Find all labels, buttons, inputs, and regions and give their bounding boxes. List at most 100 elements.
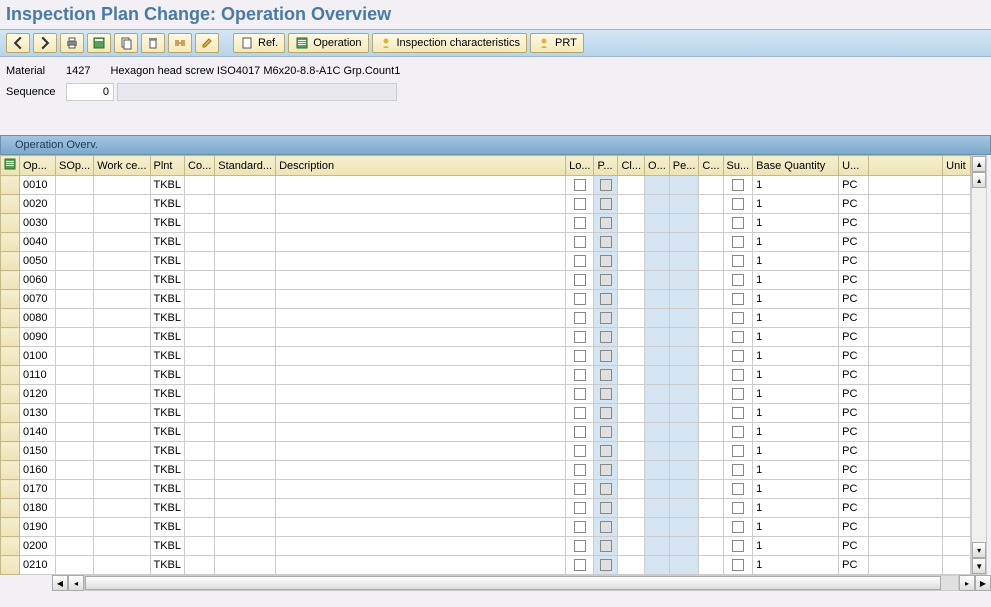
cell-p[interactable] [594, 309, 618, 328]
cell-pe[interactable] [669, 556, 699, 575]
cell-pe[interactable] [669, 404, 699, 423]
cell-blank[interactable] [869, 366, 943, 385]
cell-plnt[interactable]: TKBL [150, 347, 185, 366]
cell-description[interactable] [276, 233, 566, 252]
cell-co[interactable] [185, 480, 215, 499]
cell-pe[interactable] [669, 271, 699, 290]
cell-su[interactable] [723, 271, 753, 290]
cell-unit[interactable] [943, 423, 971, 442]
checkbox-lo[interactable] [574, 464, 586, 476]
cell-workcenter[interactable] [94, 366, 150, 385]
scroll-right-button[interactable]: ▸ [959, 575, 975, 591]
cell-basequantity[interactable]: 1 [753, 442, 839, 461]
scroll-down-button[interactable]: ▾ [972, 542, 986, 558]
cell-p[interactable] [594, 404, 618, 423]
cell-basequantity[interactable]: 1 [753, 385, 839, 404]
cell-standard[interactable] [215, 461, 276, 480]
col-u[interactable]: U... [839, 156, 869, 176]
cell-pe[interactable] [669, 537, 699, 556]
checkbox-p[interactable] [600, 521, 612, 533]
cell-workcenter[interactable] [94, 537, 150, 556]
cell-basequantity[interactable]: 1 [753, 233, 839, 252]
cell-cl[interactable] [618, 233, 645, 252]
cell-cl[interactable] [618, 499, 645, 518]
table-row[interactable]: 0080TKBL1PC [1, 309, 971, 328]
cell-description[interactable] [276, 309, 566, 328]
cell-unit[interactable] [943, 252, 971, 271]
cell-workcenter[interactable] [94, 385, 150, 404]
cell-su[interactable] [723, 423, 753, 442]
cell-pe[interactable] [669, 518, 699, 537]
cell-op[interactable]: 0130 [20, 404, 56, 423]
cell-su[interactable] [723, 461, 753, 480]
cell-description[interactable] [276, 214, 566, 233]
cell-su[interactable] [723, 290, 753, 309]
cell-co[interactable] [185, 461, 215, 480]
checkbox-lo[interactable] [574, 293, 586, 305]
cell-op[interactable]: 0190 [20, 518, 56, 537]
cell-c[interactable] [699, 537, 723, 556]
cell-co[interactable] [185, 518, 215, 537]
delete-button[interactable] [141, 33, 165, 53]
cell-standard[interactable] [215, 214, 276, 233]
table-row[interactable]: 0100TKBL1PC [1, 347, 971, 366]
checkbox-su[interactable] [732, 179, 744, 191]
scroll-track[interactable] [972, 188, 986, 542]
row-selector[interactable] [1, 347, 20, 366]
cell-o[interactable] [645, 499, 670, 518]
row-selector[interactable] [1, 518, 20, 537]
checkbox-p[interactable] [600, 331, 612, 343]
cell-c[interactable] [699, 442, 723, 461]
row-selector[interactable] [1, 423, 20, 442]
cell-plnt[interactable]: TKBL [150, 195, 185, 214]
cell-lo[interactable] [566, 480, 594, 499]
cell-c[interactable] [699, 309, 723, 328]
cell-standard[interactable] [215, 271, 276, 290]
cell-lo[interactable] [566, 252, 594, 271]
cell-c[interactable] [699, 366, 723, 385]
cell-workcenter[interactable] [94, 271, 150, 290]
cell-su[interactable] [723, 233, 753, 252]
cell-su[interactable] [723, 347, 753, 366]
table-row[interactable]: 0210TKBL1PC [1, 556, 971, 575]
cell-co[interactable] [185, 537, 215, 556]
row-selector[interactable] [1, 442, 20, 461]
checkbox-p[interactable] [600, 217, 612, 229]
cell-o[interactable] [645, 556, 670, 575]
checkbox-lo[interactable] [574, 236, 586, 248]
cell-pe[interactable] [669, 442, 699, 461]
cell-plnt[interactable]: TKBL [150, 328, 185, 347]
cell-su[interactable] [723, 556, 753, 575]
cell-standard[interactable] [215, 537, 276, 556]
copy-button[interactable] [114, 33, 138, 53]
checkbox-lo[interactable] [574, 255, 586, 267]
cell-cl[interactable] [618, 347, 645, 366]
cell-sop[interactable] [56, 347, 94, 366]
col-unit[interactable]: Unit [943, 156, 971, 176]
cell-p[interactable] [594, 537, 618, 556]
table-row[interactable]: 0090TKBL1PC [1, 328, 971, 347]
checkbox-su[interactable] [732, 217, 744, 229]
header-button[interactable] [87, 33, 111, 53]
col-blank[interactable] [869, 156, 943, 176]
cell-op[interactable]: 0090 [20, 328, 56, 347]
cell-cl[interactable] [618, 461, 645, 480]
cell-sop[interactable] [56, 499, 94, 518]
cell-u[interactable]: PC [839, 556, 869, 575]
cell-o[interactable] [645, 518, 670, 537]
cell-unit[interactable] [943, 385, 971, 404]
cell-standard[interactable] [215, 442, 276, 461]
cell-cl[interactable] [618, 518, 645, 537]
cell-u[interactable]: PC [839, 233, 869, 252]
row-selector[interactable] [1, 176, 20, 195]
row-selector[interactable] [1, 480, 20, 499]
cell-plnt[interactable]: TKBL [150, 499, 185, 518]
row-selector[interactable] [1, 233, 20, 252]
cell-sop[interactable] [56, 271, 94, 290]
checkbox-p[interactable] [600, 502, 612, 514]
cell-blank[interactable] [869, 347, 943, 366]
cell-pe[interactable] [669, 366, 699, 385]
cell-unit[interactable] [943, 214, 971, 233]
cell-pe[interactable] [669, 214, 699, 233]
cell-u[interactable]: PC [839, 290, 869, 309]
